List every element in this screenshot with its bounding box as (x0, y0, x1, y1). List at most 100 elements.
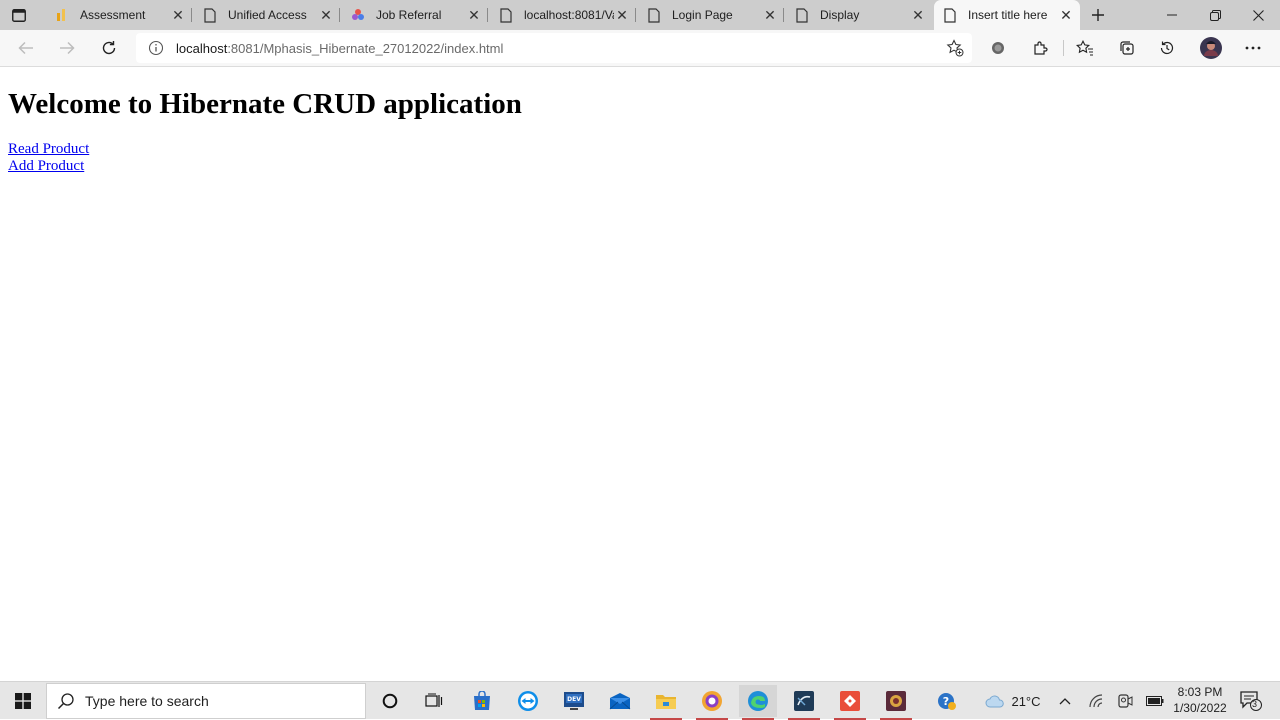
close-tab-icon[interactable]: ✕ (1058, 7, 1074, 23)
url-path: :8081/Mphasis_Hibernate_27012022/index.h… (227, 40, 504, 56)
chrome-canary-app[interactable] (693, 685, 731, 720)
extension-record-button[interactable] (988, 38, 1008, 58)
favorites-star-icon (1076, 40, 1093, 56)
profile-avatar[interactable] (1199, 36, 1223, 60)
close-tab-icon[interactable]: ✕ (466, 7, 482, 23)
close-icon (1252, 9, 1264, 21)
battery-button[interactable] (1145, 682, 1165, 720)
network-button[interactable] (1087, 682, 1107, 720)
start-button[interactable] (0, 682, 46, 720)
taskbar-search-input[interactable]: Type here to search (46, 683, 366, 719)
tray-help-icon[interactable]: ? (934, 682, 960, 720)
game-icon (886, 691, 906, 711)
tab-strip: Assessment ✕ Unified Access ✕ Job Referr… (0, 0, 1280, 30)
tab-actions-button[interactable] (8, 5, 30, 25)
git-app[interactable] (831, 685, 869, 720)
git-icon (840, 691, 860, 711)
read-product-link[interactable]: Read Product (8, 141, 89, 158)
taskbar-clock[interactable]: 8:03 PM 1/30/2022 (1168, 684, 1232, 716)
tab-title: Insert title here (968, 8, 1048, 22)
dev-icon: DEV (564, 692, 584, 710)
minimize-button[interactable] (1150, 0, 1194, 30)
task-view-button[interactable] (415, 685, 453, 717)
collections-button[interactable] (1117, 38, 1137, 58)
teamviewer-icon (518, 691, 538, 711)
tab-title: Assessment (80, 8, 146, 22)
tab-separator (783, 8, 784, 22)
mail-icon (609, 693, 631, 710)
settings-more-button[interactable] (1243, 38, 1263, 58)
tab-title: Unified Access (228, 8, 307, 22)
weather-widget[interactable]: 21°C (982, 682, 1044, 720)
game-app[interactable] (877, 685, 915, 720)
puzzle-icon (1034, 41, 1048, 55)
tab-login-page[interactable]: Login Page ✕ (638, 0, 784, 30)
page-content: Welcome to Hibernate CRUD application Re… (0, 67, 1280, 679)
dev-app[interactable]: DEV (555, 685, 593, 717)
back-arrow-icon (18, 41, 33, 55)
close-tab-icon[interactable]: ✕ (762, 7, 778, 23)
toolbar-separator (1063, 40, 1064, 56)
battery-icon (1146, 696, 1164, 706)
wifi-icon (1089, 694, 1103, 708)
folder-icon (656, 695, 676, 709)
extensions-button[interactable] (1030, 38, 1050, 58)
add-product-link[interactable]: Add Product (8, 158, 84, 175)
file-explorer-app[interactable] (647, 685, 685, 720)
pinwheel-favicon-icon (350, 7, 366, 23)
show-hidden-icons-button[interactable] (1055, 682, 1075, 720)
meet-now-icon (1118, 694, 1133, 708)
more-dots-icon (1245, 46, 1261, 50)
url-host: localhost (176, 40, 228, 56)
add-favorite-icon[interactable] (946, 39, 964, 57)
close-tab-icon[interactable]: ✕ (910, 7, 926, 23)
close-tab-icon[interactable]: ✕ (170, 7, 186, 23)
forward-button[interactable] (55, 36, 79, 60)
close-window-button[interactable] (1236, 0, 1280, 30)
cloud-icon (985, 695, 1005, 708)
help-icon: ? (938, 693, 956, 710)
tab-title: Job Referral (376, 8, 442, 22)
tab-title: localhost:8081/Va (524, 8, 614, 22)
address-bar[interactable]: localhost:8081/Mphasis_Hibernate_2701202… (136, 33, 972, 63)
tab-separator (339, 8, 340, 22)
tab-actions-icon (12, 8, 26, 22)
svg-text:DEV: DEV (567, 696, 581, 703)
history-button[interactable] (1157, 38, 1177, 58)
close-tab-icon[interactable]: ✕ (614, 7, 630, 23)
clock-time: 8:03 PM (1177, 685, 1223, 699)
tab-insert-title-here[interactable]: Insert title here ✕ (934, 0, 1080, 30)
edge-icon (748, 691, 768, 711)
new-tab-button[interactable] (1088, 5, 1108, 25)
mail-app[interactable] (601, 685, 639, 717)
edge-app[interactable] (739, 685, 777, 720)
tab-job-referral[interactable]: Job Referral ✕ (342, 0, 488, 30)
taskbar: Type here to search DEV ? 21°C 8:03 PM 1… (0, 681, 1280, 720)
clock-date: 1/30/2022 (1173, 701, 1227, 715)
restore-button[interactable] (1193, 0, 1237, 30)
tab-localhost-va[interactable]: localhost:8081/Va ✕ (490, 0, 636, 30)
plus-icon (1092, 9, 1104, 21)
windows-logo-icon (15, 693, 31, 709)
page-icon (942, 7, 958, 23)
back-button[interactable] (14, 36, 38, 60)
tab-assessment[interactable]: Assessment ✕ (46, 0, 192, 30)
close-tab-icon[interactable]: ✕ (318, 7, 334, 23)
search-icon (57, 693, 74, 710)
sql-icon (794, 691, 814, 711)
info-icon[interactable] (148, 40, 164, 56)
tab-unified-access[interactable]: Unified Access ✕ (194, 0, 340, 30)
teamviewer-app[interactable] (509, 685, 547, 717)
tab-display[interactable]: Display ✕ (786, 0, 932, 30)
cortana-button[interactable] (371, 685, 409, 717)
notifications-button[interactable]: 3 (1236, 682, 1266, 720)
tab-separator (191, 8, 192, 22)
tab-title: Display (820, 8, 860, 22)
favorites-button[interactable] (1075, 38, 1095, 58)
store-app[interactable] (463, 685, 501, 717)
page-icon (794, 7, 810, 23)
avatar-icon (1200, 37, 1222, 59)
meet-now-button[interactable] (1115, 682, 1135, 720)
refresh-button[interactable] (97, 36, 121, 60)
sql-app[interactable] (785, 685, 823, 720)
